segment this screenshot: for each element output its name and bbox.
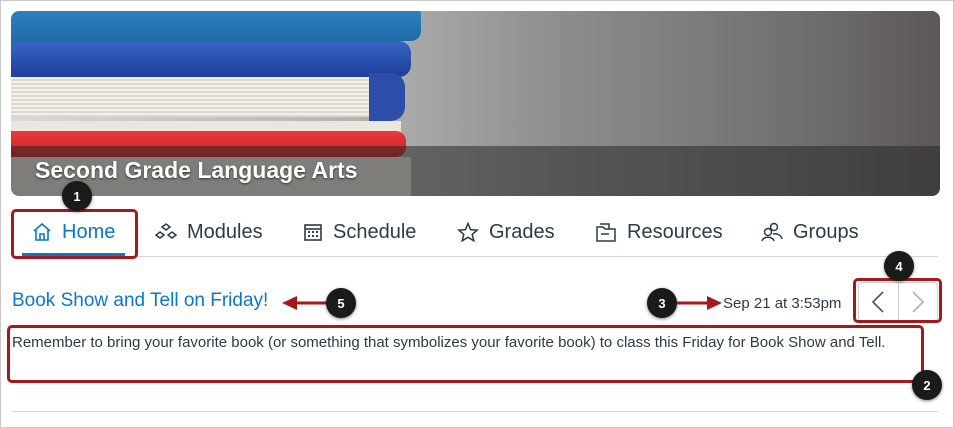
groups-icon [761, 222, 783, 242]
tab-schedule[interactable]: Schedule [303, 208, 416, 256]
course-hero-banner: Second Grade Language Arts [11, 11, 940, 196]
tab-modules[interactable]: Modules [155, 208, 263, 256]
book-image-blue [11, 41, 411, 77]
callout-box-nav [853, 278, 942, 323]
book-image-cover [369, 73, 405, 121]
book-image-blue-top [11, 11, 421, 41]
callout-arrow-date [677, 296, 722, 310]
announcement-date: Sep 21 at 3:53pm [723, 295, 842, 312]
tab-label: Grades [489, 220, 555, 243]
callout-box-home-tab [11, 209, 138, 259]
star-icon [457, 222, 479, 242]
course-title: Second Grade Language Arts [35, 157, 358, 183]
calendar-icon [304, 224, 322, 241]
callout-badge-1: 1 [62, 181, 92, 211]
callout-box-body [7, 325, 924, 383]
tab-groups[interactable]: Groups [761, 208, 859, 256]
callout-badge-2: 2 [912, 370, 942, 400]
callout-badge-4: 4 [884, 251, 914, 281]
callout-badge-5: 5 [326, 288, 356, 318]
tab-label: Resources [627, 220, 723, 243]
tab-label: Groups [793, 220, 859, 243]
callout-badge-3: 3 [647, 288, 677, 318]
content-divider [12, 411, 938, 412]
tab-label: Schedule [333, 220, 417, 243]
tab-grades[interactable]: Grades [457, 208, 555, 256]
announcement-title-link[interactable]: Book Show and Tell on Friday! [12, 290, 268, 312]
modules-icon [155, 223, 177, 239]
callout-arrow-title [282, 296, 327, 310]
book-image-pages [11, 77, 371, 117]
resources-icon [596, 223, 616, 242]
tab-resources[interactable]: Resources [595, 208, 723, 256]
tabs-divider [12, 256, 938, 257]
tab-label: Modules [187, 220, 263, 243]
course-tabs: Home Modules Schedule Grades Resources G… [12, 208, 938, 258]
